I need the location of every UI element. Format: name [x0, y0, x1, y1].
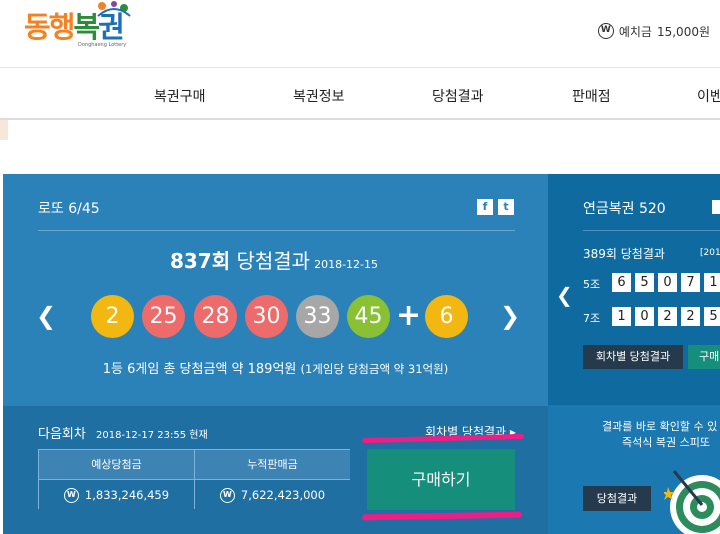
table-cell: W 1,833,246,459: [39, 479, 194, 509]
lotto-ball: 28: [194, 295, 237, 338]
draw-number: 837회: [169, 249, 231, 273]
pension-prev-arrow-icon[interactable]: ❮: [556, 283, 573, 307]
won-icon: W: [63, 488, 79, 503]
next-draw-label: 다음회차: [38, 427, 86, 442]
lotto-ball: 2: [91, 295, 134, 338]
instant-results-button[interactable]: 당첨결과: [583, 486, 651, 511]
draw-date: 2018-12-15: [314, 258, 379, 271]
decor-wedge: [0, 120, 8, 140]
lotto-ball: 25: [142, 295, 185, 338]
pension-digit: 5: [635, 273, 654, 292]
nav-item-info[interactable]: 복권정보: [293, 86, 345, 106]
table-cell: W 7,622,423,000: [195, 479, 350, 509]
pension-digit: 7: [681, 273, 700, 292]
table-header: 누적판매금: [195, 450, 350, 479]
main-nav: 복권구매 복권정보 당첨결과 판매점 이벤: [0, 68, 720, 120]
cumulative-sales: 7,622,423,000: [240, 488, 326, 502]
logo-subtitle: Donghaeng Lottery: [78, 42, 127, 48]
pension-results-button[interactable]: 회차별 당첨결과: [583, 345, 683, 369]
prize-main: 1등 6게임 총 당첨금액 약 189억원: [102, 362, 297, 377]
pension-digit: 2: [658, 307, 677, 326]
facebook-icon[interactable]: f: [477, 199, 493, 215]
pension-digit: 2: [681, 307, 700, 326]
logo-char: 동: [24, 10, 51, 44]
table-header: 예상당첨금: [39, 450, 194, 479]
deposit-info[interactable]: W 예치금 15,000원: [597, 22, 710, 40]
instant-text-line2: 즉석식 복권 스피또: [622, 436, 710, 449]
won-icon: W: [597, 23, 614, 39]
deposit-label: 예치금: [618, 24, 652, 39]
pension-sns-icon[interactable]: [712, 200, 720, 214]
logo-decoration-icon: [97, 1, 131, 17]
draw-label: 당첨결과: [236, 249, 311, 273]
lotto-ball: 30: [245, 295, 288, 338]
nav-item-results[interactable]: 당첨결과: [432, 86, 484, 106]
twitter-icon[interactable]: t: [498, 199, 514, 215]
target-icon: [664, 470, 720, 534]
buy-button[interactable]: 구매하기: [367, 449, 515, 510]
nav-item-stores[interactable]: 판매점: [572, 86, 611, 106]
pension-digit: 0: [658, 273, 677, 292]
next-draw-arrow-icon[interactable]: ❯: [500, 304, 520, 328]
deposit-amount: 15,000원: [656, 24, 710, 39]
pension-group: 5조: [583, 278, 601, 291]
divider: [38, 230, 515, 231]
nav-item-buy[interactable]: 복권구매: [154, 86, 206, 106]
won-icon: W: [219, 488, 235, 503]
instant-text-line1: 결과를 바로 확인할 수 있: [602, 420, 718, 433]
table-divider: [194, 450, 195, 509]
lotto-title: 로또 6/45: [38, 201, 100, 217]
pension-digit: 1: [612, 307, 631, 326]
spacer: [0, 120, 720, 174]
pension-title: 연금복권 520: [583, 201, 666, 217]
pension-digit: 5: [704, 307, 720, 326]
lotto-ball: 45: [347, 295, 390, 338]
draw-heading: 837회 당첨결과 2018-12-15: [0, 245, 545, 274]
pension-group: 7조: [583, 312, 601, 325]
prev-draw-arrow-icon[interactable]: ❮: [36, 304, 56, 328]
pension-draw-date: [2018: [700, 248, 720, 258]
pension-buy-button[interactable]: 구매: [688, 345, 720, 369]
plus-sign: +: [396, 298, 422, 333]
prize-summary: 1등 6게임 총 당첨금액 약 189억원 (1게임당 당첨금액 약 31억원): [0, 358, 551, 377]
pension-draw: 389회 당첨결과: [583, 247, 665, 261]
prize-per-game: (1게임당 당첨금액 약 31억원): [300, 362, 449, 376]
sales-table: 예상당첨금 누적판매금 W 1,833,246,459 W 7,622,423,00…: [38, 449, 350, 509]
site-header: 동행복권 Donghaeng Lottery W 예치금 15,000원: [0, 0, 720, 68]
divider: [583, 230, 720, 231]
expected-prize: 1,833,246,459: [84, 488, 170, 502]
nav-item-events[interactable]: 이벤: [697, 86, 720, 106]
pension-digit: 0: [635, 307, 654, 326]
pension-digit: 1: [704, 273, 720, 292]
next-draw-date: 2018-12-17 23:55 현재: [96, 430, 208, 441]
logo-char: 행: [48, 10, 76, 44]
lotto-ball: 33: [296, 295, 339, 338]
bonus-ball: 6: [425, 295, 468, 338]
pension-digit: 6: [612, 273, 631, 292]
